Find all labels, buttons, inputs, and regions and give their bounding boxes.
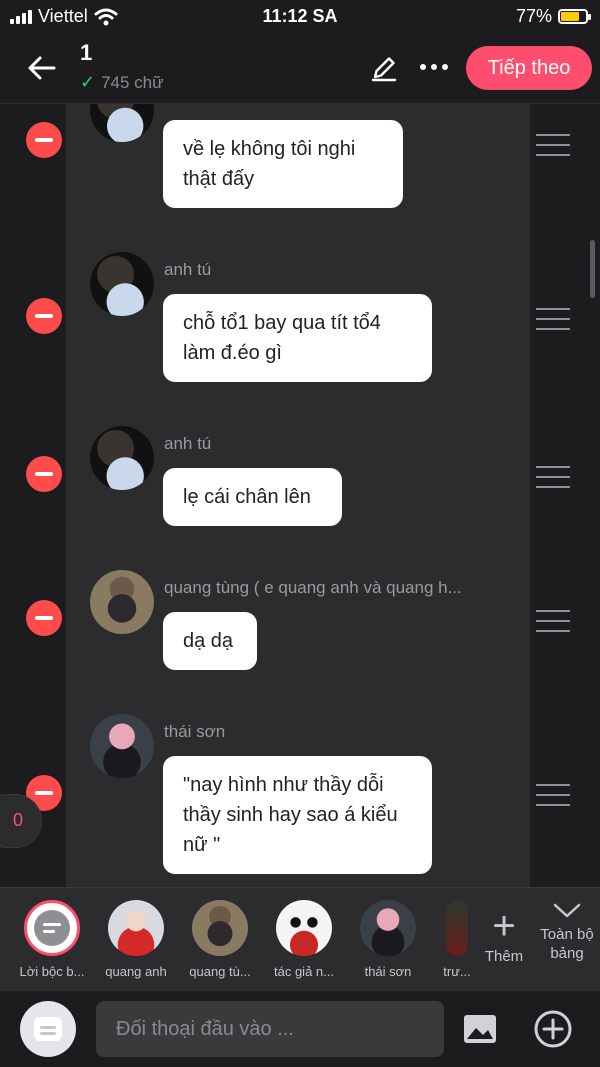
character-label: quang tù... xyxy=(189,964,251,979)
narrator-icon xyxy=(24,900,80,956)
add-character-label: Thêm xyxy=(484,948,524,965)
character-item[interactable]: quang tù... xyxy=(180,900,260,979)
scrollbar[interactable] xyxy=(590,240,595,298)
status-bar: Viettel 11:12 SA 77% xyxy=(0,0,600,34)
character-item[interactable]: trư... xyxy=(432,900,482,979)
remove-message-button[interactable] xyxy=(26,456,62,492)
remove-message-button[interactable] xyxy=(26,122,62,158)
character-narrator[interactable]: Lời bộc b... xyxy=(12,900,92,979)
character-label: tác giả n... xyxy=(274,964,334,979)
word-count-label: 745 chữ xyxy=(101,72,164,92)
pencil-icon[interactable] xyxy=(370,54,398,82)
top-bar: 1 ✓ 745 chữ Tiếp theo xyxy=(0,34,600,104)
chevron-down-icon xyxy=(553,903,581,918)
avatar xyxy=(446,900,468,956)
back-arrow-icon[interactable] xyxy=(24,50,60,86)
narrator-toggle-button[interactable] xyxy=(20,1001,76,1057)
unread-count: 0 xyxy=(12,810,23,830)
character-label: trư... xyxy=(443,964,471,979)
drag-handle-icon[interactable] xyxy=(536,784,570,806)
sender-name: thái sơn xyxy=(164,722,226,741)
avatar xyxy=(192,900,248,956)
character-item[interactable]: thái sơn xyxy=(348,900,428,979)
image-icon[interactable] xyxy=(462,1013,498,1045)
clock: 11:12 SA xyxy=(262,6,338,26)
add-character-button[interactable]: + Thêm xyxy=(478,904,530,965)
message-bubble[interactable]: chỗ tổ1 bay qua tít tổ4 làm đ.éo gì xyxy=(163,294,432,382)
avatar xyxy=(90,252,154,316)
chapter-title: 1 xyxy=(80,40,93,65)
dialogue-input[interactable] xyxy=(96,1001,444,1057)
battery-status: 77% xyxy=(515,6,591,27)
sender-name: anh tú xyxy=(164,260,212,279)
avatar xyxy=(90,426,154,490)
message-bubble[interactable]: lẹ cái chân lên xyxy=(163,468,342,526)
plus-icon: + xyxy=(492,904,516,948)
sender-name: anh tú xyxy=(164,434,212,453)
composer-bar xyxy=(0,991,600,1067)
drag-handle-icon[interactable] xyxy=(536,610,570,632)
more-options-icon[interactable] xyxy=(414,52,454,82)
message-bubble[interactable]: về lẹ không tôi nghi thật đấy xyxy=(163,120,403,208)
remove-message-button[interactable] xyxy=(26,298,62,334)
avatar xyxy=(108,900,164,956)
all-characters-label: Toàn bộ bảng xyxy=(540,926,594,962)
character-item[interactable]: tác giả n... xyxy=(264,900,344,979)
character-label: thái sơn xyxy=(364,964,412,979)
avatar xyxy=(276,900,332,956)
avatar xyxy=(90,570,154,634)
all-characters-button[interactable]: Toàn bộ bảng xyxy=(534,902,600,963)
character-label: quang anh xyxy=(105,964,167,979)
add-circle-icon[interactable] xyxy=(533,1009,573,1049)
avatar xyxy=(90,714,154,778)
character-bar: Lời bộc b... quang anh quang tù... tác g… xyxy=(0,887,600,991)
next-button[interactable]: Tiếp theo xyxy=(466,46,592,90)
drag-handle-icon[interactable] xyxy=(536,466,570,488)
chat-area[interactable]: về lẹ không tôi nghi thật đấy anh tú chỗ… xyxy=(0,104,600,887)
remove-message-button[interactable] xyxy=(26,600,62,636)
sender-name: quang tùng ( e quang anh và quang h... xyxy=(164,578,462,597)
character-item[interactable]: quang anh xyxy=(96,900,176,979)
check-icon: ✓ xyxy=(80,72,96,92)
drag-handle-icon[interactable] xyxy=(536,308,570,330)
message-bubble[interactable]: dạ dạ xyxy=(163,612,257,670)
drag-handle-icon[interactable] xyxy=(536,134,570,156)
battery-icon xyxy=(558,9,591,24)
character-label: Lời bộc b... xyxy=(19,964,85,979)
message-bubble[interactable]: "nay hình như thầy dỗi thầy sinh hay sao… xyxy=(163,756,432,874)
word-count: ✓ 745 chữ xyxy=(80,72,164,93)
avatar xyxy=(360,900,416,956)
battery-percent: 77% xyxy=(515,6,552,26)
